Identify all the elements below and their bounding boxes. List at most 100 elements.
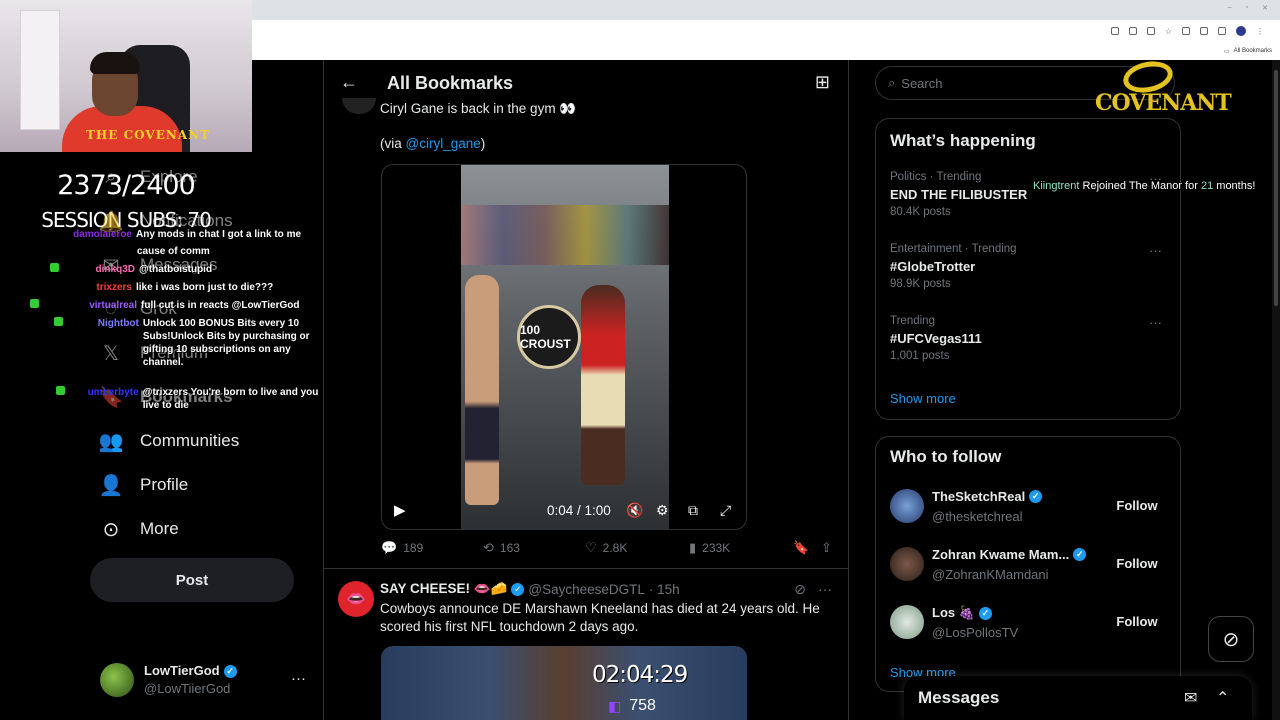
expand-icon[interactable]: ⌃ (1216, 688, 1229, 708)
bookmark-add-icon[interactable]: ⊞ (815, 72, 830, 93)
trend-category: Entertainment · Trending (890, 243, 1017, 255)
sidebar-icon[interactable] (1200, 27, 1208, 35)
chat-message: Any mods in chat I got a link to me (136, 229, 302, 240)
views-button[interactable]: ▮ 233K (689, 540, 730, 556)
fullscreen-icon[interactable]: ⤢ (720, 502, 731, 519)
via-suffix: ) (480, 136, 486, 151)
video-fighter-right (581, 285, 625, 485)
account-handle: @LowTiierGod (144, 681, 231, 696)
via-link[interactable]: @ciryl_gane (406, 136, 481, 151)
trend-item[interactable]: Politics · Trending END THE FILIBUSTER 8… (890, 171, 1170, 218)
trend-count: 98.9K posts (890, 278, 951, 290)
chat-message: @trixzers You're born to live and you li… (142, 387, 319, 411)
nav-communities[interactable]: 👥 Communities (99, 426, 240, 456)
share-icon[interactable] (1146, 27, 1155, 35)
tweet-image[interactable] (381, 646, 747, 720)
nav-explore[interactable]: ⌕ Explore (100, 162, 197, 192)
bookmark-button[interactable]: 🔖 (793, 540, 809, 556)
chat-message: Unlock 100 BONUS Bits every 10 Subs!Unlo… (142, 318, 310, 368)
view-count: 233K (702, 541, 731, 555)
account-switcher[interactable]: LowTierGod ✓ @LowTiierGod ··· (100, 660, 310, 700)
bookmarks-bar-label[interactable]: All Bookmarks (1234, 48, 1272, 54)
follow-name: Zohran Kwame Mam... (932, 547, 1070, 562)
more-dots-icon[interactable]: ··· (818, 581, 832, 598)
search-icon: ⌕ (888, 75, 896, 90)
tweet-avatar[interactable] (342, 98, 376, 114)
shirt-logo: THE COVENANT (86, 128, 211, 142)
menu-icon[interactable]: ⋮ (1256, 27, 1264, 36)
messages-title: Messages (918, 688, 1000, 707)
close-icon[interactable]: ✕ (1262, 4, 1268, 12)
webcam-overlay: THE COVENANT (0, 0, 252, 152)
tweet-text: Ciryl Gane is back in the gym 👀 (380, 101, 577, 116)
verified-badge-icon: ✓ (1073, 548, 1087, 561)
browser-tab-strip (252, 0, 1280, 20)
whats-happening-panel: What’s happening Politics · Trending END… (875, 118, 1181, 420)
show-more-link[interactable]: Show more (890, 391, 956, 406)
extensions-icon[interactable] (1182, 27, 1190, 35)
follow-suggestion[interactable]: Los 🍇 ✓ @LosPollosTV Follow (890, 603, 1170, 643)
follow-button[interactable]: Follow (1104, 607, 1170, 635)
scrollbar-thumb[interactable] (1274, 70, 1278, 306)
trend-item[interactable]: Trending #UFCVegas111 1,001 posts ··· (890, 315, 1170, 362)
post-button[interactable]: Post (90, 558, 294, 602)
bookmark-filled-icon: 🔖 (793, 540, 810, 555)
mute-icon[interactable]: 🔇 (626, 502, 643, 519)
more-dots-icon[interactable]: ··· (1149, 315, 1162, 330)
follow-handle: @thesketchreal (932, 509, 1023, 524)
chat-line: Nightbot Unlock 100 BONUS Bits every 10 … (54, 317, 326, 369)
follow-button[interactable]: Follow (1104, 491, 1170, 519)
page-scrollbar[interactable] (1272, 60, 1280, 720)
verified-badge-icon: ✓ (511, 582, 525, 596)
repost-button[interactable]: ⟲ 163 (483, 540, 520, 556)
follow-handle: @LosPollosTV (932, 625, 1019, 640)
verified-badge-icon: ✓ (1029, 490, 1043, 503)
follow-suggestion[interactable]: Zohran Kwame Mam... ✓ @ZohranKMamdani Fol… (890, 545, 1170, 585)
sponsor-logo: COVENANT (1093, 57, 1232, 120)
pip-icon[interactable]: ⧉ (688, 502, 698, 519)
play-icon[interactable]: ▶ (394, 501, 406, 519)
more-dots-icon[interactable]: ··· (291, 670, 306, 687)
chat-line: virtualreal full cut is in reacts @LowTi… (30, 299, 299, 312)
back-arrow-icon[interactable]: ← (340, 72, 358, 93)
tweet-time[interactable]: · 15h (649, 582, 680, 597)
new-message-icon[interactable]: ✉ (1184, 688, 1197, 708)
chat-badge-icon (30, 299, 39, 308)
nav-profile[interactable]: 👤 Profile (99, 470, 189, 500)
tweet-avatar[interactable]: 👄 (338, 581, 374, 617)
window-controls[interactable]: – ▫ ✕ (1228, 4, 1268, 12)
more-dots-icon[interactable]: ··· (1149, 243, 1162, 258)
grok-icon[interactable]: ⊘ (794, 581, 806, 598)
zoom-icon[interactable] (1128, 27, 1137, 35)
grok-button[interactable]: ⊘ (1208, 616, 1254, 662)
messages-drawer[interactable]: Messages ✉ ⌃ (904, 676, 1252, 720)
address-bar[interactable]: ☆ ⋮ (252, 20, 1280, 42)
tweet-actions: 💬 189 ⟲ 163 ♡ 2.8K ▮ 233K 🔖 ⇪ (381, 540, 841, 560)
browser-profile-avatar[interactable] (1236, 26, 1246, 36)
more-circle-icon: ⊙ (102, 518, 120, 541)
avatar (890, 605, 924, 639)
chat-line: trixzers like i was born just to die??? (78, 281, 273, 294)
tweet-author-name[interactable]: SAY CHEESE! 👄🧀 (380, 581, 507, 597)
notification-suffix: months! (1213, 180, 1256, 192)
browser-chrome: – ▫ ✕ ☆ ⋮ ▭ All Bookmarks (252, 0, 1280, 60)
video-wall-logo: 100 CROUST (517, 305, 581, 369)
profile-extension-icon[interactable] (1218, 27, 1226, 35)
tweet-author-handle[interactable]: @SaycheeseDGTL (528, 582, 645, 597)
video-player[interactable]: 100 CROUST ▶ 0:04 / 1:00 🔇 ⚙ ⧉ ⤢ (381, 164, 747, 530)
follow-suggestion[interactable]: TheSketchReal ✓ @thesketchreal Follow (890, 487, 1170, 527)
trend-item[interactable]: Entertainment · Trending #GlobeTrotter 9… (890, 243, 1170, 290)
like-button[interactable]: ♡ 2.8K (585, 540, 627, 556)
video-frame: 100 CROUST (461, 165, 669, 529)
folder-icon: ▭ (1223, 48, 1230, 55)
follow-button[interactable]: Follow (1104, 549, 1170, 577)
nav-more[interactable]: ⊙ More (100, 514, 179, 544)
maximize-icon[interactable]: ▫ (1246, 4, 1248, 12)
tweet-top-icons: ⊘ ··· (794, 581, 832, 598)
cast-icon[interactable] (1110, 27, 1119, 35)
settings-gear-icon[interactable]: ⚙ (656, 502, 669, 519)
minimize-icon[interactable]: – (1228, 4, 1232, 12)
reply-button[interactable]: 💬 189 (381, 540, 423, 556)
star-icon[interactable]: ☆ (1165, 27, 1172, 36)
share-button[interactable]: ⇪ (821, 540, 832, 556)
